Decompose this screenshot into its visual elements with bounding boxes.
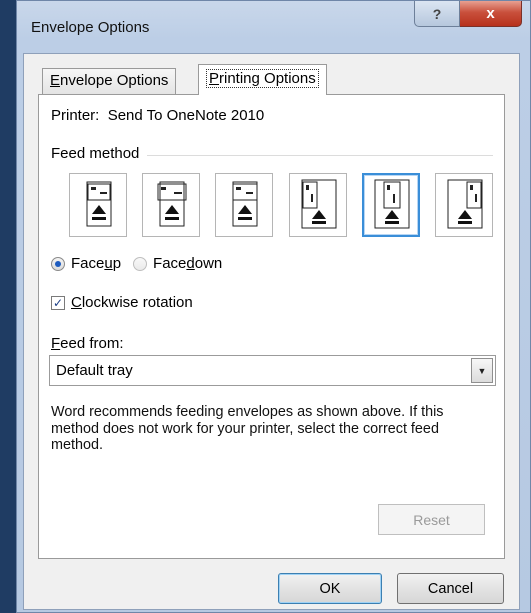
tab-label: nvelope Options bbox=[60, 72, 169, 89]
printer-label: Printer: bbox=[51, 107, 100, 124]
feed-from-label: Feed from: bbox=[51, 335, 124, 352]
radio-accel: d bbox=[186, 255, 195, 272]
face-up-radio[interactable]: Face up bbox=[51, 255, 121, 272]
radio-label-pre: Face bbox=[153, 255, 187, 272]
clockwise-rotation-checkbox[interactable]: ✓ Clockwise rotation bbox=[51, 294, 193, 311]
radio-label-pre: Face bbox=[71, 255, 105, 272]
radio-indicator bbox=[133, 256, 148, 271]
title-bar[interactable]: Envelope Options ? x bbox=[17, 1, 530, 53]
label-rest: eed from: bbox=[60, 335, 124, 352]
close-icon: x bbox=[486, 5, 495, 22]
chevron-down-icon: ▼ bbox=[477, 365, 487, 376]
feed-option-horizontal-left[interactable] bbox=[69, 173, 127, 237]
help-button[interactable]: ? bbox=[414, 1, 460, 27]
envelope-feed-icon bbox=[301, 179, 337, 229]
tab-envelope-options[interactable]: Envelope Options bbox=[42, 68, 177, 94]
help-icon: ? bbox=[432, 5, 442, 22]
printing-options-panel: Printer: Send To OneNote 2010 Feed metho… bbox=[38, 94, 505, 559]
feed-option-horizontal-right[interactable] bbox=[215, 173, 273, 237]
checkmark-icon: ✓ bbox=[51, 295, 65, 310]
radio-label-post: own bbox=[194, 255, 223, 272]
feed-option-vertical-left[interactable] bbox=[289, 173, 347, 237]
close-button[interactable]: x bbox=[460, 1, 522, 27]
feed-option-vertical-center[interactable] bbox=[362, 173, 420, 237]
reset-button[interactable]: Reset bbox=[378, 504, 485, 535]
tab-printing-options[interactable]: Printing Options bbox=[198, 64, 327, 95]
face-orientation-group: Face up Face d own bbox=[51, 255, 222, 272]
feed-from-value: Default tray bbox=[56, 362, 133, 379]
feed-option-vertical-right[interactable] bbox=[435, 173, 493, 237]
radio-accel: u bbox=[104, 255, 113, 272]
cancel-button[interactable]: Cancel bbox=[397, 573, 504, 604]
envelope-options-dialog: Envelope Options ? x Envelope Options Pr… bbox=[16, 0, 531, 613]
tab-label-focus: Printing Options bbox=[206, 69, 319, 88]
radio-label-post: p bbox=[112, 255, 122, 272]
feed-method-label: Feed method bbox=[51, 145, 144, 162]
feed-from-select[interactable]: Default tray ▼ bbox=[49, 355, 496, 386]
printer-value: Send To OneNote 2010 bbox=[107, 107, 265, 124]
envelope-feed-icon bbox=[447, 179, 483, 229]
tab-label: rinting Options bbox=[219, 70, 316, 87]
printer-row: Printer: Send To OneNote 2010 bbox=[51, 107, 264, 124]
checkbox-accel: C bbox=[71, 294, 82, 311]
tab-accel: P bbox=[209, 70, 220, 87]
dialog-title: Envelope Options bbox=[31, 19, 150, 36]
group-divider bbox=[147, 155, 493, 156]
label-accel: F bbox=[51, 335, 61, 352]
envelope-feed-icon bbox=[374, 179, 410, 229]
checkbox-label: lockwise rotation bbox=[81, 294, 193, 311]
tab-accel: E bbox=[50, 72, 61, 89]
envelope-feed-icon bbox=[86, 181, 112, 227]
feed-method-options bbox=[69, 173, 493, 237]
face-down-radio[interactable]: Face d own bbox=[133, 255, 222, 272]
ok-button[interactable]: OK bbox=[278, 573, 382, 604]
envelope-feed-icon bbox=[232, 181, 258, 227]
dialog-body: Envelope Options Printing Options Printe… bbox=[23, 53, 520, 610]
radio-indicator bbox=[51, 256, 65, 271]
envelope-feed-icon bbox=[157, 181, 187, 227]
feed-option-horizontal-center[interactable] bbox=[142, 173, 200, 237]
feed-recommendation-note: Word recommends feeding envelopes as sho… bbox=[51, 404, 444, 453]
dropdown-button[interactable]: ▼ bbox=[471, 358, 493, 383]
